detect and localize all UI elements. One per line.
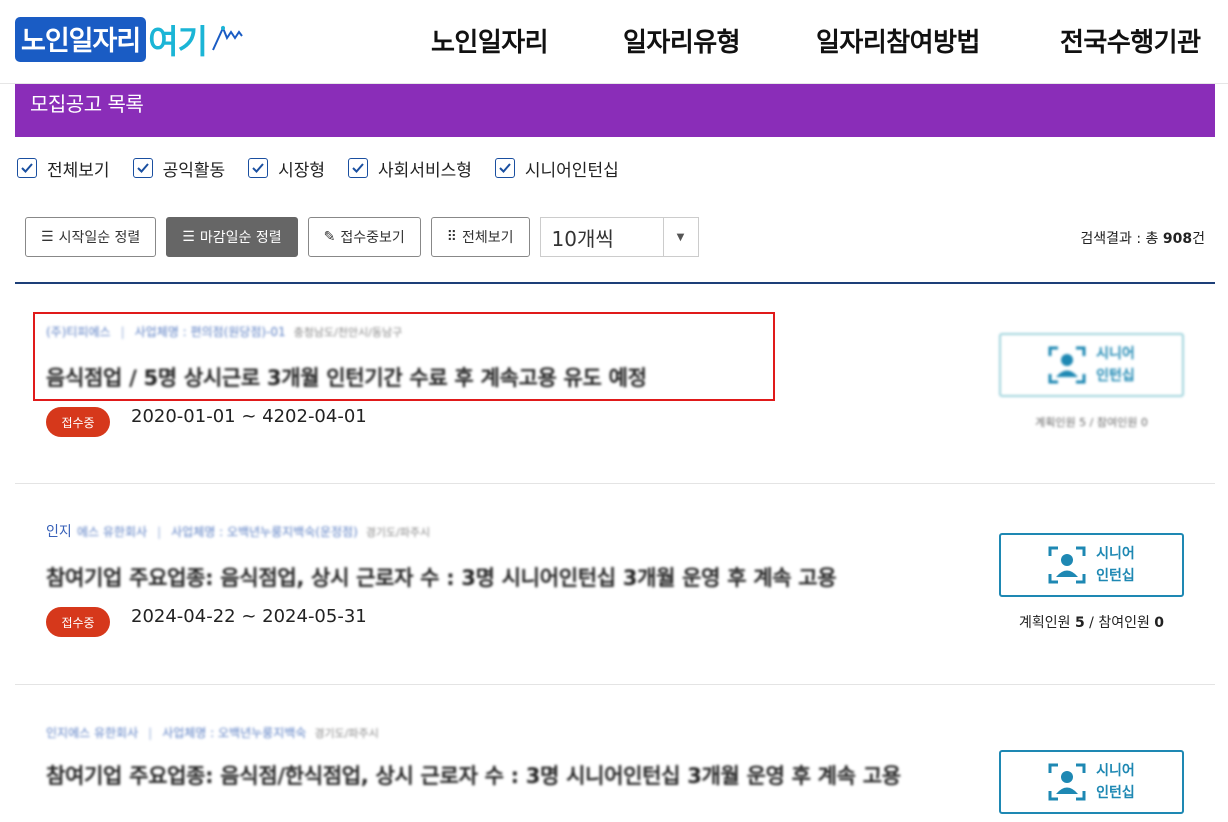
result-number: 908 (1162, 231, 1193, 247)
selection-highlight (33, 312, 775, 401)
filter-label: 시니어인턴십 (524, 160, 619, 181)
list-icon: ☰ (41, 229, 54, 245)
type-line1: 시니어 (1096, 346, 1135, 362)
company-name-visible: 인지 (46, 524, 72, 540)
filter-all[interactable]: 전체보기 (17, 156, 110, 181)
checkbox[interactable] (17, 158, 37, 178)
grid-icon: ⠿ (446, 229, 457, 245)
job-title[interactable]: 참여기업 주요업종: 음식점업, 상시 근로자 수 : 3명 시니어인턴십 3개… (46, 562, 837, 592)
job-title[interactable]: 참여기업 주요업종: 음식점/한식점업, 상시 근로자 수 : 3명 시니어인턴… (46, 761, 986, 792)
result-count: 검색결과 : 총 908건 (1080, 228, 1205, 248)
job-type-label: 시니어인턴십 (1096, 343, 1136, 387)
filter-label: 공익활동 (162, 160, 226, 181)
join-value: 0 (1154, 615, 1165, 631)
person-frame-icon (1048, 346, 1085, 384)
person-frame-icon (1048, 763, 1085, 801)
meta-separator: | (157, 525, 162, 539)
people-count: 계획인원 5 / 참여인원 0 (1035, 416, 1148, 429)
meta-separator: | (148, 726, 153, 740)
row-divider (15, 684, 1215, 685)
people-count: 계획인원 5 / 참여인원 0 (1018, 615, 1165, 631)
checkbox[interactable] (132, 158, 153, 178)
business-name: 사업체명 : 오백년누룽지백숙 (162, 726, 307, 740)
type-line2: 인턴십 (1096, 785, 1135, 801)
check-icon (136, 163, 149, 173)
job-type-button[interactable]: 시니어인턴십 (999, 533, 1184, 597)
type-line2: 인턴십 (1096, 368, 1135, 384)
main-nav: 노인일자리 일자리유형 일자리참여방법 전국수행기관 (0, 22, 1228, 62)
check-icon (252, 163, 264, 173)
type-filters: 전체보기 공익활동 시장형 사회서비스형 시니어인턴십 (17, 156, 642, 181)
view-all-label: 전체보기 (462, 230, 514, 246)
sort-end-button[interactable]: ☰ 마감일순 정렬 (166, 217, 298, 257)
status-badge: 접수중 (46, 407, 110, 437)
nav-item-how-to-join[interactable]: 일자리참여방법 (816, 22, 980, 59)
join-label: 참여인원 (1098, 615, 1150, 631)
page-size-select[interactable]: 10개씩 ▼ (539, 217, 699, 257)
job-type-button[interactable]: 시니어인턴십 (999, 333, 1184, 397)
sort-start-button[interactable]: ☰ 시작일순 정렬 (25, 217, 157, 257)
view-all-button[interactable]: ⠿ 전체보기 (430, 217, 530, 257)
plan-value: 5 (1074, 615, 1085, 631)
region: 경기도/파주시 (314, 727, 379, 740)
list-top-divider (15, 282, 1215, 284)
result-suffix: 건 (1192, 231, 1205, 247)
region: 경기도/파주시 (365, 526, 431, 539)
type-line1: 시니어 (1096, 763, 1135, 779)
sort-end-label: 마감일순 정렬 (199, 230, 282, 246)
page-size-value: 10개씩 (551, 226, 614, 251)
job-period: 2020-01-01 ~ 4202-04-01 (131, 406, 367, 427)
filter-market[interactable]: 시장형 (248, 156, 326, 181)
job-type-label: 시니어인턴십 (1096, 543, 1136, 587)
job-meta: 인지에스 유한회사 | 사업체명 : 오백년누룽지백숙 경기도/파주시 (46, 724, 379, 741)
sort-start-label: 시작일순 정렬 (58, 230, 141, 246)
receiving-button[interactable]: ✎ 접수중보기 (307, 217, 421, 257)
list-icon: ☰ (182, 229, 195, 245)
checkbox[interactable] (348, 158, 369, 178)
company-name: 에스 유한회사 (77, 525, 148, 539)
check-icon (21, 163, 33, 173)
nav-item-job-types[interactable]: 일자리유형 (623, 22, 741, 59)
list-banner: 모집공고 목록 (15, 84, 1215, 137)
sort-toolbar: ☰ 시작일순 정렬 ☰ 마감일순 정렬 ✎ 접수중보기 ⠿ 전체보기 10개씩 … (25, 217, 699, 257)
job-type-button[interactable]: 시니어인턴십 (999, 750, 1184, 814)
filter-social-service[interactable]: 사회서비스형 (348, 156, 472, 181)
filter-senior-internship[interactable]: 시니어인턴십 (494, 156, 619, 181)
filter-label: 사회서비스형 (378, 160, 472, 181)
job-type-label: 시니어인턴십 (1096, 760, 1136, 804)
receiving-label: 접수중보기 (340, 230, 405, 246)
type-line2: 인턴십 (1096, 568, 1135, 584)
site-header: 노인일자리 여기 노인일자리 일자리유형 일자리참여방법 전국수행기관 (0, 0, 1228, 84)
result-prefix: 검색결과 : 총 (1080, 231, 1163, 247)
row-divider (15, 483, 1215, 484)
checkbox[interactable] (248, 158, 269, 178)
job-period: 2024-04-22 ~ 2024-05-31 (131, 606, 367, 627)
filter-public-service[interactable]: 공익활동 (132, 156, 226, 181)
nav-item-senior-jobs[interactable]: 노인일자리 (431, 22, 549, 59)
nav-item-agencies[interactable]: 전국수행기관 (1060, 22, 1201, 59)
check-icon (352, 163, 364, 173)
banner-title: 모집공고 목록 (30, 92, 144, 116)
person-frame-icon (1048, 546, 1085, 584)
company-name: 인지에스 유한회사 (46, 726, 139, 740)
filter-label: 전체보기 (47, 160, 110, 181)
plan-label: 계획인원 (1018, 615, 1071, 631)
type-line1: 시니어 (1096, 546, 1135, 562)
job-meta: 에스 유한회사 | 사업체명 : 오백년누룽지백숙(운정점) 경기도/파주시 (77, 523, 430, 540)
caret-down-icon: ▼ (662, 218, 698, 256)
filter-label: 시장형 (278, 160, 326, 181)
status-badge: 접수중 (46, 607, 110, 637)
check-icon (499, 163, 511, 173)
business-name: 사업체명 : 오백년누룽지백숙(운정점) (171, 525, 358, 539)
pencil-icon: ✎ (323, 229, 336, 245)
checkbox[interactable] (494, 158, 515, 178)
